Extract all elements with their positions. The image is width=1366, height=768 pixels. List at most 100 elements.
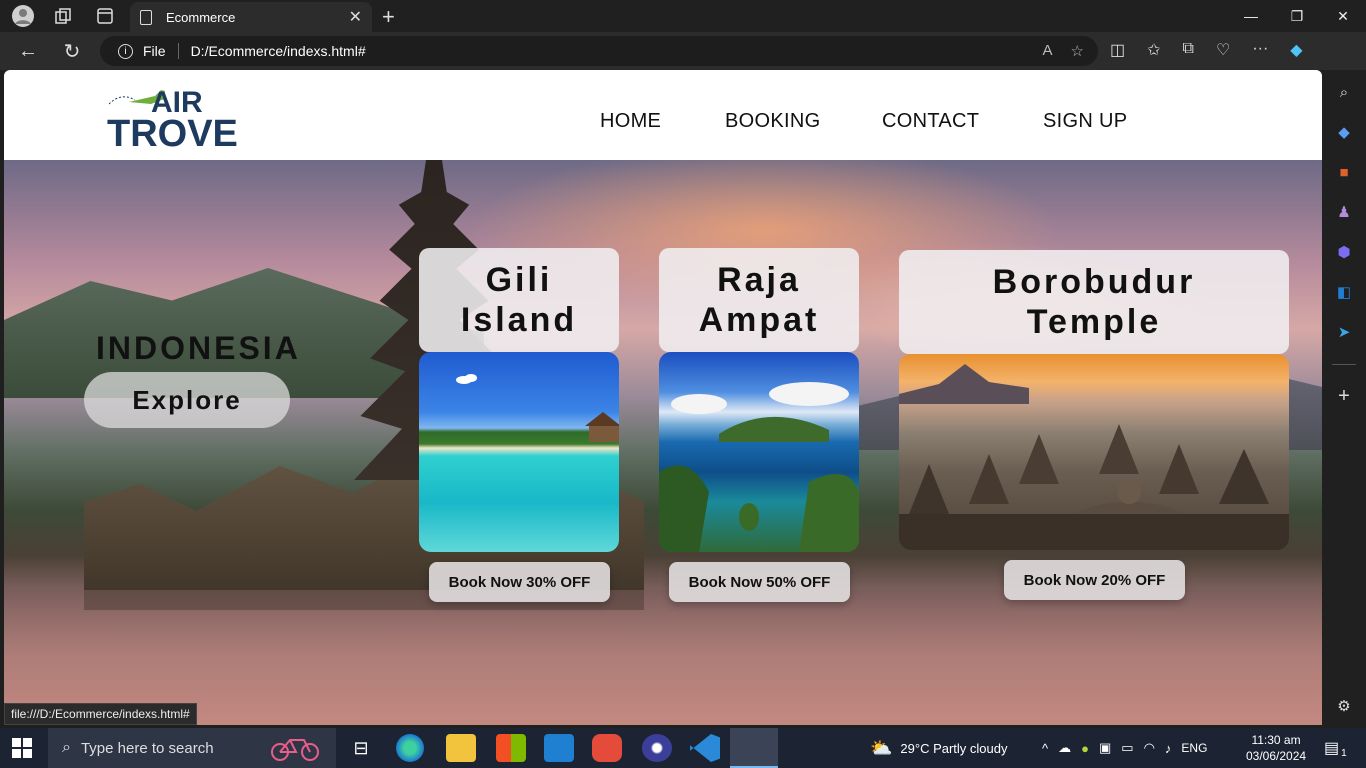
collections-icon[interactable]: ⧉	[1183, 40, 1194, 60]
system-tray: ^ ☁ ● ▣ ▭ ◠ ♪ ENG	[1042, 728, 1207, 768]
nav-sign-up[interactable]: SIGN UP	[1043, 110, 1127, 133]
onedrive-icon[interactable]: ☁	[1058, 740, 1071, 756]
browser-toolbar: ← ↻ i File D:/Ecommerce/indexs.html# A ☆…	[0, 32, 1366, 70]
card-title-line2: Temple	[1026, 303, 1162, 341]
minimize-icon[interactable]: —	[1228, 0, 1274, 32]
book-now-raja-ampat-button[interactable]: Book Now 50% OFF	[669, 562, 850, 602]
hero-country-title: INDONESIA	[96, 330, 301, 366]
weather-text: 29°C Partly cloudy	[900, 740, 1008, 756]
volume-icon[interactable]: ♪	[1165, 741, 1172, 756]
read-aloud-icon[interactable]: A	[1043, 42, 1053, 60]
nav-home[interactable]: HOME	[600, 110, 661, 133]
borobudur-temple-photo[interactable]	[899, 354, 1289, 550]
clock-time: 11:30 am	[1251, 733, 1301, 747]
card-title-gili-island: Gili Island	[419, 248, 619, 352]
copilot-icon[interactable]: ◆	[1290, 40, 1302, 60]
settings-gear-icon[interactable]: ⚙	[1334, 696, 1354, 716]
sidebar-divider	[1332, 364, 1356, 365]
back-icon[interactable]: ←	[14, 38, 42, 64]
address-divider	[177, 43, 179, 59]
clock[interactable]: 11:30 am 03/06/2024	[1246, 728, 1306, 768]
games-icon[interactable]: ♟	[1334, 202, 1354, 222]
tab-actions-icon[interactable]	[90, 1, 120, 31]
explore-button[interactable]: Explore	[84, 372, 290, 428]
notification-badge: 1	[1341, 747, 1347, 759]
weather-widget[interactable]: ⛅ 29°C Partly cloudy	[870, 728, 1008, 768]
page-viewport: AIR TROVE HOME BOOKING CONTACT SIGN UP I…	[4, 70, 1322, 725]
split-screen-icon[interactable]: ◫	[1110, 40, 1125, 60]
hero-background: INDONESIA Explore Gili Island Book Now 30…	[4, 160, 1322, 725]
edge-active-taskbar-icon[interactable]	[730, 728, 778, 768]
card-title-borobudur-temple: Borobudur Temple	[899, 250, 1289, 354]
address-bar[interactable]: i File D:/Ecommerce/indexs.html# A ☆	[100, 36, 1098, 66]
refresh-icon[interactable]: ↻	[58, 38, 86, 64]
language-indicator[interactable]: ENG	[1181, 741, 1207, 755]
address-url[interactable]: D:/Ecommerce/indexs.html#	[191, 43, 366, 59]
tab-title: Ecommerce	[166, 9, 236, 25]
search-icon: ⌕	[62, 739, 71, 756]
address-prefix: File	[143, 43, 166, 59]
wifi-icon[interactable]: ◠	[1144, 740, 1155, 756]
hero-lake	[4, 590, 1322, 725]
book-now-borobudur-button[interactable]: Book Now 20% OFF	[1004, 560, 1185, 600]
browser-tab[interactable]: Ecommerce ✕	[130, 2, 372, 32]
bicycle-search-highlight-icon	[268, 734, 322, 766]
file-explorer-icon[interactable]	[446, 734, 476, 762]
browser-essentials-icon[interactable]: ♡	[1216, 40, 1230, 60]
card-title-line1: Raja	[717, 261, 801, 299]
gili-island-photo[interactable]	[419, 352, 619, 552]
browser-title-bar: Ecommerce ✕ + — ❐ ✕	[0, 0, 1366, 32]
raja-ampat-photo[interactable]	[659, 352, 859, 552]
send-icon[interactable]: ➤	[1334, 322, 1354, 342]
book-now-gili-button[interactable]: Book Now 30% OFF	[429, 562, 610, 602]
search-icon[interactable]: ⌕	[1334, 82, 1354, 102]
eclipse-icon[interactable]	[642, 734, 672, 762]
window-controls: — ❐ ✕	[1228, 0, 1366, 32]
card-title-raja-ampat: Raja Ampat	[659, 248, 859, 352]
workspaces-icon[interactable]	[48, 1, 78, 31]
card-title-line1: Borobudur	[992, 263, 1196, 301]
windows-taskbar: ⌕ Type here to search ⊟ ⛅ 29°C Partly cl…	[0, 728, 1366, 768]
microsoft-store-icon[interactable]	[496, 734, 526, 762]
tools-briefcase-icon[interactable]: ■	[1334, 162, 1354, 182]
nav-booking[interactable]: BOOKING	[725, 110, 820, 133]
taskbar-search[interactable]: ⌕ Type here to search	[48, 728, 336, 768]
favorite-star-icon[interactable]: ☆	[1071, 42, 1084, 60]
battery-icon[interactable]: ▭	[1121, 740, 1133, 756]
restore-icon[interactable]: ❐	[1274, 0, 1320, 32]
nav-contact[interactable]: CONTACT	[882, 110, 979, 133]
notification-center-icon[interactable]: ▤ 1	[1324, 728, 1347, 768]
windows-start-icon[interactable]	[12, 738, 32, 758]
logo-word-trove: TROVE	[107, 113, 237, 150]
card-title-line1: Gili	[485, 261, 553, 299]
card-title-line2: Ampat	[698, 301, 820, 339]
new-tab-icon[interactable]: +	[382, 4, 395, 30]
outlook-icon[interactable]: ◧	[1334, 282, 1354, 302]
add-icon[interactable]: +	[1334, 385, 1354, 407]
weather-cloud-icon: ⛅	[870, 737, 893, 758]
task-view-icon[interactable]: ⊟	[346, 734, 376, 762]
info-icon[interactable]: i	[118, 43, 133, 59]
taskbar-search-placeholder: Type here to search	[80, 739, 214, 757]
vscode-icon[interactable]	[690, 734, 720, 762]
edge-sidebar: ⌕ ◆ ■ ♟ ⬢ ◧ ➤ + ⚙	[1322, 70, 1366, 728]
close-tab-icon[interactable]: ✕	[349, 7, 362, 27]
profile-avatar-icon[interactable]	[8, 1, 38, 31]
page-icon	[140, 9, 152, 25]
meet-icon[interactable]: ▣	[1099, 740, 1111, 756]
more-menu-icon[interactable]: ···	[1252, 40, 1268, 60]
show-hidden-icons-chevron-icon[interactable]: ^	[1042, 741, 1048, 756]
mail-icon[interactable]	[544, 734, 574, 762]
site-header: AIR TROVE HOME BOOKING CONTACT SIGN UP	[4, 70, 1322, 160]
shopping-tag-icon[interactable]: ◆	[1334, 122, 1354, 142]
status-bar-url: file:///D:/Ecommerce/indexs.html#	[4, 703, 197, 725]
card-title-line2: Island	[460, 301, 578, 339]
wps-office-icon[interactable]	[592, 734, 622, 762]
clock-date: 03/06/2024	[1246, 749, 1307, 763]
edge-taskbar-icon[interactable]	[396, 734, 424, 762]
app-tray-icon[interactable]: ●	[1081, 741, 1089, 756]
close-window-icon[interactable]: ✕	[1320, 0, 1366, 32]
favorites-icon[interactable]: ✩	[1147, 40, 1160, 60]
copilot-app-icon[interactable]: ⬢	[1334, 242, 1354, 262]
airtrove-logo[interactable]: AIR TROVE	[107, 82, 238, 155]
